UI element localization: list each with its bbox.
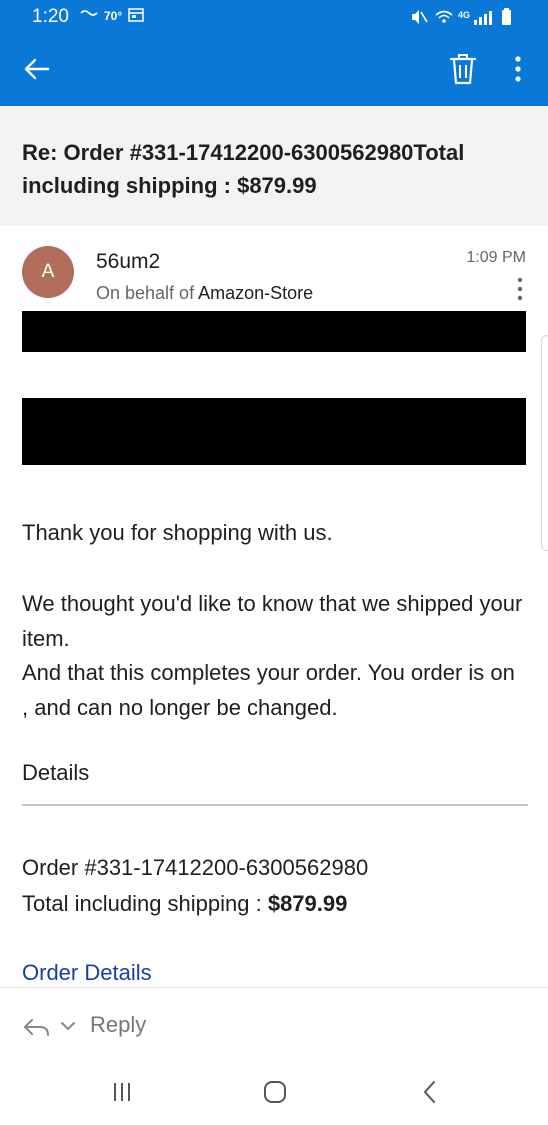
signal-icon <box>474 11 492 25</box>
total-prefix: Total including shipping : <box>22 891 268 916</box>
system-nav-bar <box>0 1060 548 1125</box>
recents-icon[interactable] <box>110 1080 134 1104</box>
body-paragraph: We thought you'd like to know that we sh… <box>22 591 523 651</box>
top-bar: 1:20 70° 4G <box>0 0 548 106</box>
status-bar: 1:20 70° 4G <box>0 0 548 36</box>
reply-label: Reply <box>90 1012 147 1037</box>
mute-icon <box>412 10 428 24</box>
status-right-icons: 4G <box>412 8 511 25</box>
weather-wave-icon <box>80 10 98 16</box>
reply-button[interactable]: Reply <box>22 1010 222 1044</box>
redacted-block <box>22 311 526 352</box>
divider <box>22 804 528 806</box>
details-heading: Details <box>22 760 90 785</box>
delete-button[interactable] <box>448 52 478 86</box>
divider <box>0 987 548 988</box>
on-behalf-prefix: On behalf of <box>96 283 199 303</box>
back-button[interactable] <box>22 54 52 84</box>
redacted-block <box>22 398 526 465</box>
calendar-icon <box>128 8 144 22</box>
message-more-button[interactable] <box>512 276 528 302</box>
avatar[interactable]: A <box>22 246 74 298</box>
email-subject: Re: Order #331-17412200-6300562980Total … <box>22 140 465 198</box>
home-icon[interactable] <box>263 1080 287 1104</box>
order-number: Order #331-17412200-6300562980 <box>22 855 369 880</box>
status-temperature: 70° <box>104 9 123 23</box>
chevron-down-icon[interactable] <box>60 1020 76 1032</box>
order-details-link[interactable]: Order Details <box>22 960 152 986</box>
battery-icon <box>502 8 511 25</box>
on-behalf-line: On behalf of Amazon-Store <box>96 283 313 304</box>
body-paragraph: Thank you for shopping with us. <box>22 520 333 545</box>
body-paragraph: And that this completes your order. You … <box>22 660 515 720</box>
subject-area: Re: Order #331-17412200-6300562980Total … <box>0 106 548 226</box>
sender-name[interactable]: 56um2 <box>96 250 160 274</box>
back-chevron-icon[interactable] <box>420 1080 440 1104</box>
reply-icon <box>24 1019 49 1036</box>
on-behalf-name: Amazon-Store <box>198 283 314 303</box>
more-options-button[interactable] <box>508 54 528 84</box>
status-time: 1:20 <box>32 6 69 27</box>
message-time: 1:09 PM <box>466 249 526 266</box>
wifi-icon <box>435 10 453 23</box>
order-total: Total including shipping : $879.99 <box>22 891 347 917</box>
svg-text:4G: 4G <box>458 10 470 20</box>
total-amount: $879.99 <box>267 891 348 916</box>
scrollbar[interactable] <box>541 335 548 551</box>
